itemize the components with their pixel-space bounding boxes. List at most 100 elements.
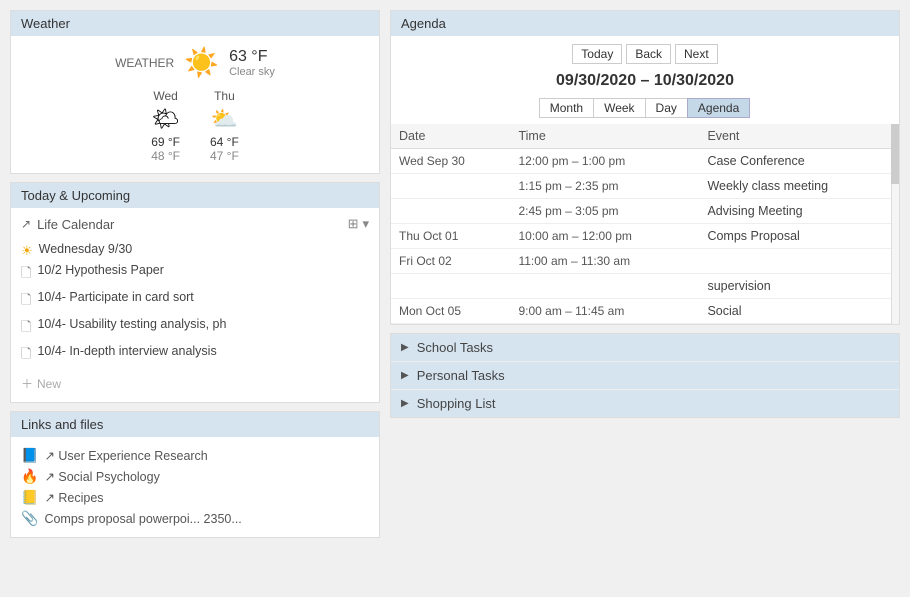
row3-time: 10:00 am – 12:00 pm (510, 224, 699, 249)
forecast-thu: Thu ⛅ 64 °F 47 °F (210, 89, 239, 163)
agenda-table-wrapper: Date Time Event Wed Sep 30 12:00 pm – 1:… (391, 124, 899, 324)
link-text-3: Comps proposal powerpoi... 2350... (44, 512, 241, 526)
row5-event: supervision (699, 274, 899, 299)
col-date: Date (391, 124, 510, 149)
today-button[interactable]: Today (572, 44, 622, 64)
tab-week[interactable]: Week (593, 98, 645, 118)
next-button[interactable]: Next (675, 44, 718, 64)
link-icon-0: 📘 (21, 447, 38, 464)
forecast-wed-low: 48 °F (151, 149, 180, 163)
left-panel: Weather WEATHER ☀️ 63 °F Clear sky Wed 🌤 (10, 10, 380, 538)
table-row: Thu Oct 01 10:00 am – 12:00 pm Comps Pro… (391, 224, 899, 249)
forecast-wed-icon: 🌤 (152, 106, 180, 132)
forecast-thu-icon: ⛅ (211, 106, 238, 132)
weather-header: Weather (11, 11, 379, 36)
row2-time: 2:45 pm – 3:05 pm (510, 199, 699, 224)
weather-forecast: Wed 🌤 69 °F 48 °F Thu ⛅ 64 °F 47 °F (21, 89, 369, 163)
forecast-thu-temps: 64 °F 47 °F (210, 135, 239, 163)
forecast-thu-label: Thu (214, 89, 235, 103)
row0-date: Wed Sep 30 (391, 149, 510, 174)
add-new-button[interactable]: ＋ New (21, 373, 369, 394)
link-icon-1: 🔥 (21, 468, 38, 485)
weather-main-row: WEATHER ☀️ 63 °F Clear sky (21, 46, 369, 79)
sun-icon: ☀ (21, 243, 33, 259)
scrollbar[interactable] (891, 124, 899, 324)
row4-date: Fri Oct 02 (391, 249, 510, 274)
task-item-2: 🗋 10/4- Participate in card sort (21, 288, 369, 315)
personal-tasks-label: Personal Tasks (417, 368, 505, 383)
link-item-0[interactable]: 📘 ↗ User Experience Research (21, 445, 369, 466)
personal-tasks-arrow-icon: ▶ (401, 370, 409, 381)
row4-time: 11:00 am – 11:30 am (510, 249, 699, 274)
link-item-3[interactable]: 📎 Comps proposal powerpoi... 2350... (21, 508, 369, 529)
row0-time: 12:00 pm – 1:00 pm (510, 149, 699, 174)
row4-event (699, 249, 899, 274)
links-header: Links and files (11, 412, 379, 437)
task-text-wed: Wednesday 9/30 (39, 242, 133, 256)
main-container: Weather WEATHER ☀️ 63 °F Clear sky Wed 🌤 (10, 10, 900, 538)
task-list-personal[interactable]: ▶ Personal Tasks (391, 362, 899, 390)
row6-event: Social (699, 299, 899, 324)
school-tasks-arrow-icon: ▶ (401, 342, 409, 353)
agenda-section: Agenda Today Back Next 09/30/2020 – 10/3… (390, 10, 900, 325)
calendar-controls: ⊞ ▾ (348, 216, 369, 232)
table-row: Fri Oct 02 11:00 am – 11:30 am (391, 249, 899, 274)
row3-date: Thu Oct 01 (391, 224, 510, 249)
table-row: 2:45 pm – 3:05 pm Advising Meeting (391, 199, 899, 224)
task-list-school[interactable]: ▶ School Tasks (391, 334, 899, 362)
link-text-1: ↗ Social Psychology (44, 469, 159, 484)
col-time: Time (510, 124, 699, 149)
view-tabs: Month Week Day Agenda (391, 94, 899, 124)
agenda-nav: Today Back Next (391, 36, 899, 68)
doc-icon-4: 🗋 (21, 345, 31, 367)
forecast-wed-high: 69 °F (151, 135, 180, 149)
upcoming-header: Today & Upcoming (11, 183, 379, 208)
scrollbar-thumb (891, 124, 899, 184)
shopping-list-arrow-icon: ▶ (401, 398, 409, 409)
forecast-thu-high: 64 °F (210, 135, 239, 149)
link-text-2: ↗ Recipes (44, 490, 103, 505)
row5-date (391, 274, 510, 299)
calendar-name[interactable]: Life Calendar (37, 217, 114, 232)
row2-event: Advising Meeting (699, 199, 899, 224)
upcoming-section: Today & Upcoming ↗ Life Calendar ⊞ ▾ ☀ W… (10, 182, 380, 403)
weather-desc: Clear sky (229, 66, 275, 78)
forecast-thu-low: 47 °F (210, 149, 239, 163)
agenda-date-range: 09/30/2020 – 10/30/2020 (391, 68, 899, 94)
task-list-shopping[interactable]: ▶ Shopping List (391, 390, 899, 417)
calendar-header-row: ↗ Life Calendar ⊞ ▾ (21, 216, 369, 232)
link-icon-2: 📒 (21, 489, 38, 506)
weather-label: WEATHER (115, 56, 174, 70)
agenda-table: Date Time Event Wed Sep 30 12:00 pm – 1:… (391, 124, 899, 324)
weather-content: WEATHER ☀️ 63 °F Clear sky Wed 🌤 69 °F 4… (11, 36, 379, 173)
weather-temp: 63 °F (229, 48, 275, 66)
tab-month[interactable]: Month (539, 98, 594, 118)
link-item-1[interactable]: 🔥 ↗ Social Psychology (21, 466, 369, 487)
task-item-1: 🗋 10/2 Hypothesis Paper (21, 261, 369, 288)
row2-date (391, 199, 510, 224)
table-row: 1:15 pm – 2:35 pm Weekly class meeting (391, 174, 899, 199)
grid-icon[interactable]: ⊞ (348, 216, 359, 232)
task-text-2: 10/4- Participate in card sort (37, 290, 193, 304)
col-event: Event (699, 124, 899, 149)
row6-time: 9:00 am – 11:45 am (510, 299, 699, 324)
task-text-4: 10/4- In-depth interview analysis (37, 344, 216, 358)
row1-time: 1:15 pm – 2:35 pm (510, 174, 699, 199)
chevron-down-icon[interactable]: ▾ (362, 216, 369, 232)
links-content: 📘 ↗ User Experience Research 🔥 ↗ Social … (11, 437, 379, 537)
weather-current: 63 °F Clear sky (229, 48, 275, 78)
right-panel: Agenda Today Back Next 09/30/2020 – 10/3… (390, 10, 900, 538)
tab-agenda[interactable]: Agenda (687, 98, 750, 118)
upcoming-content: ↗ Life Calendar ⊞ ▾ ☀ Wednesday 9/30 🗋 1… (11, 208, 379, 402)
row1-date (391, 174, 510, 199)
tab-day[interactable]: Day (645, 98, 688, 118)
weather-section: Weather WEATHER ☀️ 63 °F Clear sky Wed 🌤 (10, 10, 380, 174)
task-text-1: 10/2 Hypothesis Paper (37, 263, 163, 277)
table-row: supervision (391, 274, 899, 299)
agenda-table-header: Date Time Event (391, 124, 899, 149)
back-button[interactable]: Back (626, 44, 671, 64)
weather-sun-icon: ☀️ (184, 46, 219, 79)
school-tasks-label: School Tasks (417, 340, 493, 355)
link-item-2[interactable]: 📒 ↗ Recipes (21, 487, 369, 508)
forecast-wed: Wed 🌤 69 °F 48 °F (151, 89, 180, 163)
